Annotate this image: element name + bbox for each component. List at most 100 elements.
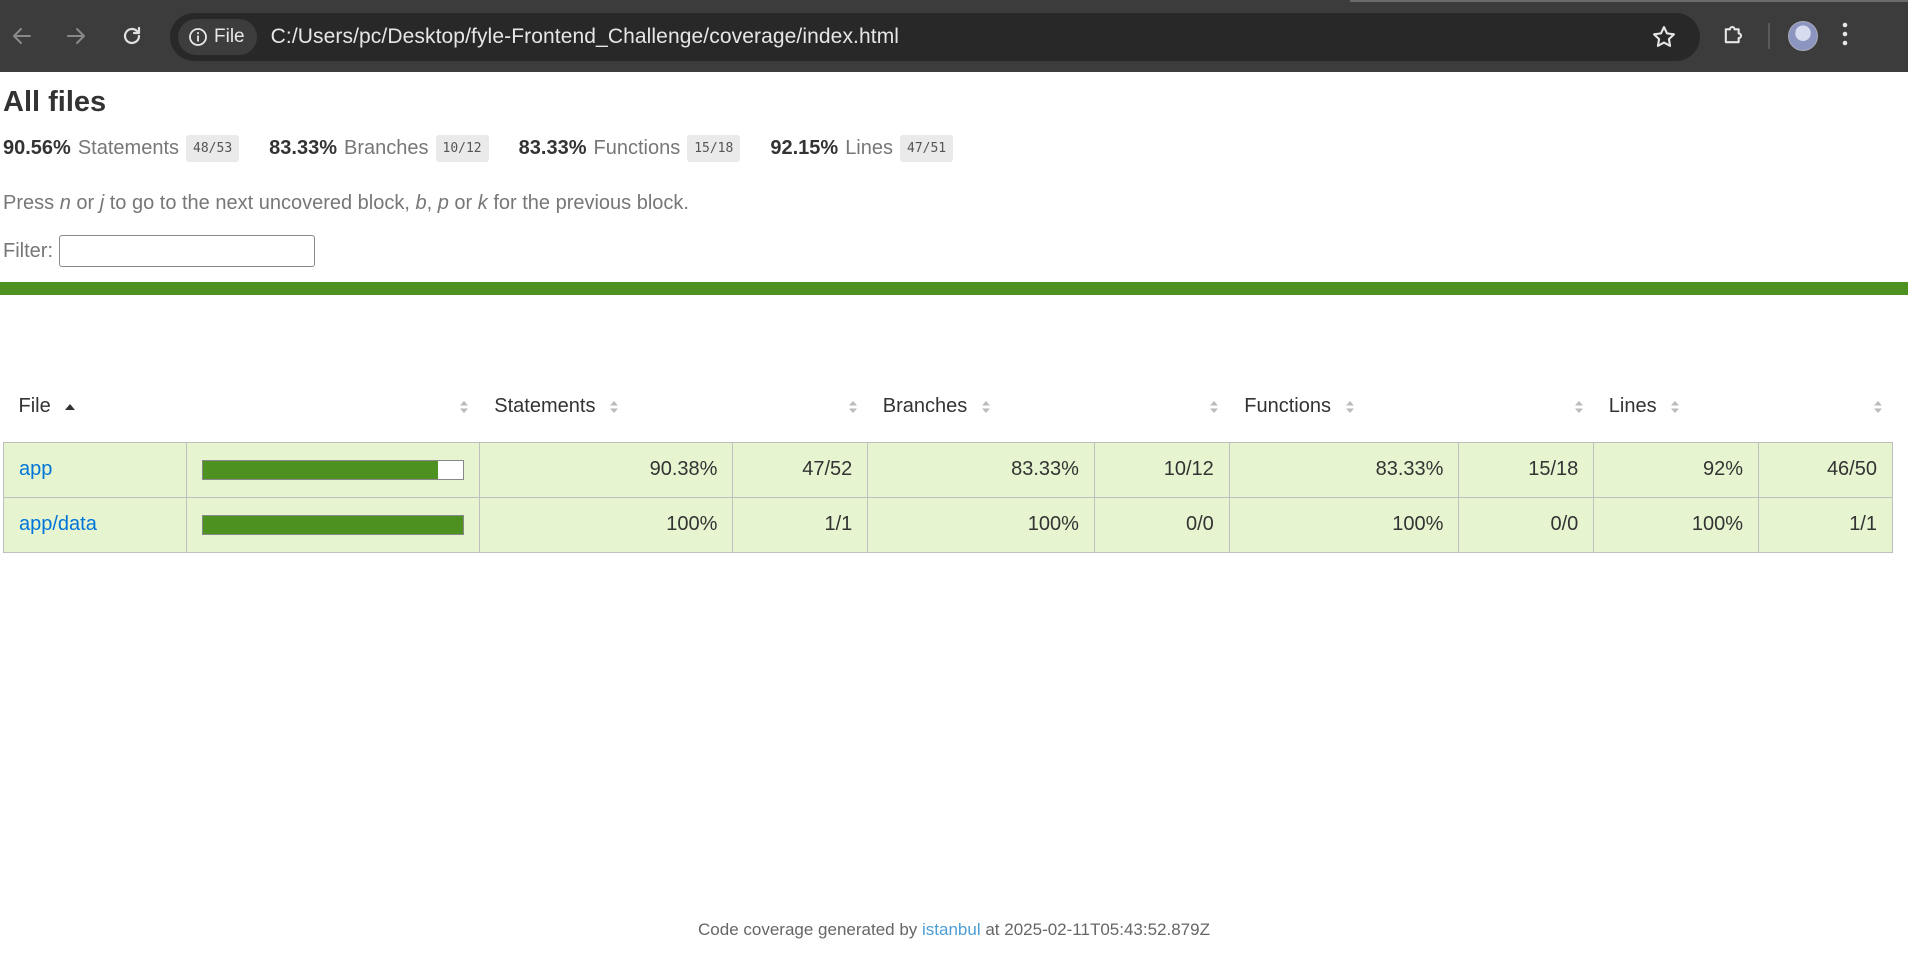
keyboard-hint: Press n or j to go to the next uncovered… xyxy=(3,192,1908,215)
file-link[interactable]: app xyxy=(19,458,52,480)
istanbul-link[interactable]: istanbul xyxy=(922,920,981,939)
file-column-header[interactable]: File xyxy=(4,372,187,442)
coverage-bar-cell xyxy=(185,441,480,498)
browser-toolbar: File C:/Users/pc/Desktop/fyle-Frontend_C… xyxy=(0,0,1908,72)
filter-input[interactable] xyxy=(59,235,315,267)
lines-column-header[interactable]: Lines xyxy=(1594,372,1759,442)
footer: Code coverage generated by istanbul at 2… xyxy=(0,920,1908,940)
address-bar[interactable]: File C:/Users/pc/Desktop/fyle-Frontend_C… xyxy=(170,13,1700,61)
summary-fraction: 48/53 xyxy=(186,135,240,162)
summary-branches: 83.33% Branches 10/12 xyxy=(269,135,489,162)
coverage-bar-cell xyxy=(185,496,480,553)
coverage-bar xyxy=(201,514,464,535)
coverage-bar-fill xyxy=(202,515,463,534)
coverage-report: All files 90.56% Statements 48/53 83.33%… xyxy=(0,72,1908,958)
statements-fraction-header[interactable] xyxy=(733,372,868,442)
branches-fraction: 10/12 xyxy=(1093,441,1230,498)
summary-fraction: 47/51 xyxy=(900,135,954,162)
lines-pct: 92% xyxy=(1593,441,1760,498)
more-vertical-icon xyxy=(1842,22,1848,45)
hint-key: p xyxy=(437,192,449,214)
sort-icon xyxy=(1574,400,1583,413)
functions-column-header[interactable]: Functions xyxy=(1229,372,1459,442)
page-title: All files xyxy=(3,86,107,118)
lines-pct: 100% xyxy=(1593,496,1760,553)
statements-column-header[interactable]: Statements xyxy=(479,372,733,442)
hint-text: for the previous block. xyxy=(487,192,689,214)
sort-icon xyxy=(1210,400,1219,413)
reload-button[interactable] xyxy=(115,19,149,53)
summary-fraction: 15/18 xyxy=(687,135,741,162)
header-label: File xyxy=(18,395,51,418)
arrow-left-icon xyxy=(13,28,31,44)
summary-pct: 83.33% xyxy=(269,137,337,159)
summary-label: Branches xyxy=(344,137,429,159)
statements-pct: 100% xyxy=(478,496,734,553)
hint-text: or xyxy=(448,192,478,214)
back-button[interactable] xyxy=(5,19,39,53)
coverage-status-bar xyxy=(0,282,1908,295)
sort-icon xyxy=(1671,400,1680,413)
branches-pct: 100% xyxy=(867,496,1095,553)
lines-fraction-header[interactable] xyxy=(1759,372,1893,442)
summary-label: Statements xyxy=(77,137,180,159)
table-row: app 90.38% 47/52 83.33% 10/12 83.33% 15/… xyxy=(3,441,1893,498)
header-label: Statements xyxy=(494,395,596,418)
lines-fraction: 1/1 xyxy=(1758,496,1893,553)
functions-fraction: 15/18 xyxy=(1458,441,1595,498)
footer-text: Code coverage generated by xyxy=(698,920,923,939)
bookmark-button[interactable] xyxy=(1650,23,1678,56)
summary-pct: 92.15% xyxy=(770,137,839,159)
coverage-bar-fill xyxy=(202,460,438,479)
summary-functions: 83.33% Functions 15/18 xyxy=(519,135,741,162)
functions-fraction-header[interactable] xyxy=(1459,372,1594,442)
sort-icon xyxy=(1873,400,1882,413)
statements-fraction: 1/1 xyxy=(732,496,869,553)
summary-pct: 90.56% xyxy=(3,137,71,159)
extensions-button[interactable] xyxy=(1720,20,1748,53)
table-header-row: File Statements Branches Functions Lines xyxy=(4,372,1893,442)
profile-avatar[interactable] xyxy=(1788,21,1818,51)
hint-text: , xyxy=(426,192,438,214)
header-label: Functions xyxy=(1244,395,1331,418)
table-row: app/data 100% 1/1 100% 0/0 100% 0/0 100%… xyxy=(3,496,1893,553)
statements-pct: 90.38% xyxy=(478,441,734,498)
site-info-chip[interactable]: File xyxy=(178,19,257,55)
functions-fraction: 0/0 xyxy=(1458,496,1595,553)
sort-icon xyxy=(981,400,990,413)
menu-button[interactable] xyxy=(1840,21,1850,52)
summary-label: Lines xyxy=(845,137,893,159)
hint-key: b xyxy=(415,192,427,214)
tab-strip-edge xyxy=(1350,0,1908,2)
url-text[interactable]: C:/Users/pc/Desktop/fyle-Frontend_Challe… xyxy=(271,25,899,49)
file-link[interactable]: app/data xyxy=(19,513,97,535)
coverage-bar xyxy=(201,459,464,480)
puzzle-icon xyxy=(1724,25,1743,43)
hint-text: to go to the next uncovered block, xyxy=(104,192,416,214)
hint-key: k xyxy=(477,192,488,214)
scheme-label: File xyxy=(214,26,245,47)
summary-label: Functions xyxy=(593,137,681,159)
branches-fraction-header[interactable] xyxy=(1094,372,1229,442)
info-icon xyxy=(189,28,207,46)
header-label: Branches xyxy=(882,395,968,418)
summary-fraction: 10/12 xyxy=(435,135,489,162)
summary-pct: 83.33% xyxy=(518,137,587,159)
summary-statements: 90.56% Statements 48/53 xyxy=(3,135,240,162)
coverage-table: File Statements Branches Functions Lines… xyxy=(3,372,1893,553)
file-coverage-header[interactable] xyxy=(186,372,479,442)
branches-column-header[interactable]: Branches xyxy=(868,372,1095,442)
toolbar-divider xyxy=(1768,23,1770,49)
header-label: Lines xyxy=(1608,395,1657,418)
forward-button[interactable] xyxy=(59,19,93,53)
branches-fraction: 0/0 xyxy=(1093,496,1230,553)
functions-pct: 100% xyxy=(1228,496,1460,553)
statements-fraction: 47/52 xyxy=(732,441,869,498)
arrow-right-icon xyxy=(67,28,85,44)
hint-text: Press xyxy=(3,192,60,214)
hint-key: n xyxy=(59,192,71,214)
branches-pct: 83.33% xyxy=(867,441,1095,498)
sort-icon xyxy=(1345,400,1354,413)
file-cell: app/data xyxy=(3,496,187,553)
sort-icon xyxy=(610,400,619,413)
